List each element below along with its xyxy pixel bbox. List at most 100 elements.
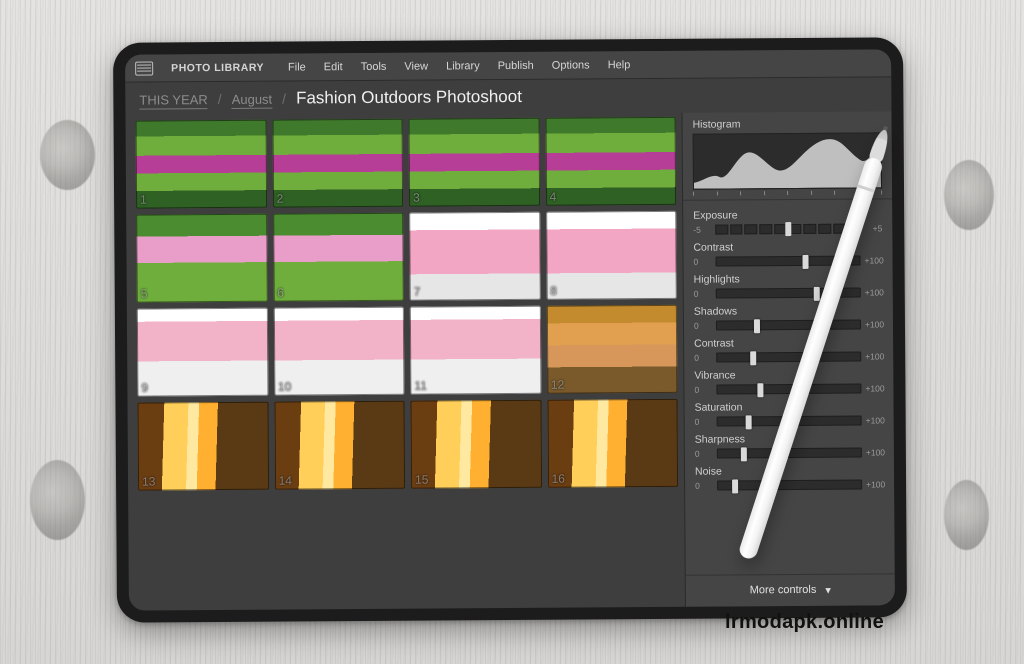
wood-knot — [40, 120, 95, 190]
breadcrumb: THIS YEAR / August / Fashion Outdoors Ph… — [125, 77, 891, 116]
thumb-number: 10 — [278, 380, 291, 394]
range-max: +100 — [864, 255, 882, 265]
slider-label: Contrast — [694, 336, 883, 349]
slider-highlights[interactable]: Highlights 0 +100 — [694, 272, 883, 298]
breadcrumb-root[interactable]: THIS YEAR — [139, 92, 208, 109]
breadcrumb-mid[interactable]: August — [232, 91, 273, 108]
menu-file[interactable]: File — [288, 61, 306, 73]
page-title: Fashion Outdoors Photoshoot — [296, 87, 522, 109]
slider-contrast-2[interactable]: Contrast 0 +100 — [694, 336, 883, 362]
thumbnail[interactable]: 6 — [273, 213, 404, 302]
slider-knob[interactable] — [802, 255, 808, 269]
range-min: 0 — [694, 289, 712, 299]
menu-options[interactable]: Options — [552, 59, 590, 71]
range-min: -5 — [693, 225, 711, 235]
slider-track[interactable] — [715, 224, 860, 235]
slider-label: Shadows — [694, 304, 883, 317]
wood-knot — [944, 480, 989, 550]
thumbnail[interactable]: 12 — [546, 305, 677, 394]
thumbnail[interactable]: 3 — [409, 118, 540, 207]
thumb-number: 7 — [414, 285, 421, 299]
range-max: +100 — [865, 287, 883, 297]
thumb-number: 9 — [141, 381, 148, 395]
range-min: 0 — [695, 481, 713, 491]
thumbnail[interactable]: 7 — [409, 212, 540, 301]
wood-knot — [30, 460, 85, 540]
thumbnail[interactable]: 13 — [137, 402, 268, 491]
range-max: +100 — [865, 319, 883, 329]
thumb-number: 11 — [414, 379, 427, 393]
more-controls-label: More controls — [750, 584, 817, 596]
thumbnail-grid: 1 2 3 4 5 6 7 8 9 10 11 12 13 14 15 16 — [126, 113, 685, 611]
thumb-number: 3 — [413, 191, 420, 205]
tablet-device: PHOTO LIBRARY File Edit Tools View Libra… — [113, 37, 907, 623]
thumb-number: 8 — [550, 284, 557, 298]
range-max: +100 — [865, 383, 883, 393]
slider-shadows[interactable]: Shadows 0 +100 — [694, 304, 883, 330]
slider-knob[interactable] — [732, 479, 738, 493]
thumbnail[interactable]: 16 — [547, 399, 678, 488]
thumbnail[interactable]: 1 — [136, 120, 267, 209]
slider-knob[interactable] — [754, 319, 760, 333]
thumbnail[interactable]: 14 — [274, 401, 405, 490]
slider-knob[interactable] — [814, 287, 820, 301]
thumb-number: 5 — [141, 287, 148, 301]
thumbnail[interactable]: 10 — [273, 307, 404, 396]
range-min: 0 — [694, 385, 712, 395]
watermark-text: lrmodapk.online — [725, 611, 884, 634]
menu-view[interactable]: View — [404, 60, 428, 72]
thumbnail[interactable]: 11 — [410, 306, 541, 395]
thumbnail[interactable]: 15 — [410, 400, 541, 489]
thumbnail[interactable]: 8 — [546, 211, 677, 300]
menu-publish[interactable]: Publish — [498, 59, 534, 71]
breadcrumb-sep: / — [218, 91, 222, 107]
slider-knob[interactable] — [785, 222, 791, 236]
range-min: 0 — [694, 353, 712, 363]
thumb-number: 2 — [277, 192, 284, 206]
range-min: 0 — [695, 417, 713, 427]
thumb-number: 4 — [550, 190, 557, 204]
chevron-down-icon: ▾ — [825, 584, 831, 597]
range-min: 0 — [693, 257, 711, 267]
slider-label: Highlights — [694, 272, 883, 285]
thumb-number: 1 — [140, 193, 147, 207]
thumbnail[interactable]: 9 — [137, 308, 268, 397]
thumb-number: 13 — [142, 475, 155, 489]
slider-track[interactable] — [716, 320, 861, 331]
slider-label: Noise — [695, 464, 884, 477]
slider-track[interactable] — [716, 352, 861, 363]
range-max: +100 — [865, 351, 883, 361]
slider-track[interactable] — [717, 480, 862, 491]
thumb-number: 16 — [551, 472, 564, 486]
slider-knob[interactable] — [757, 383, 763, 397]
more-controls-button[interactable]: More controls ▾ — [686, 573, 895, 606]
app-name: PHOTO LIBRARY — [171, 61, 264, 74]
range-min: 0 — [694, 321, 712, 331]
thumbnail[interactable]: 4 — [545, 117, 676, 206]
menu-library[interactable]: Library — [446, 60, 480, 72]
app-icon — [135, 61, 153, 75]
slider-label: Vibrance — [694, 368, 883, 381]
slider-knob[interactable] — [746, 415, 752, 429]
thumb-number: 12 — [551, 378, 564, 392]
wood-knot — [944, 160, 994, 230]
thumb-number: 14 — [278, 474, 291, 488]
histogram-label: Histogram — [693, 117, 882, 130]
slider-knob[interactable] — [741, 447, 747, 461]
menu-help[interactable]: Help — [608, 59, 631, 71]
breadcrumb-sep: / — [282, 91, 286, 107]
range-min: 0 — [695, 449, 713, 459]
range-max: +100 — [866, 415, 884, 425]
app-screen: PHOTO LIBRARY File Edit Tools View Libra… — [125, 49, 895, 610]
menu-edit[interactable]: Edit — [324, 61, 343, 73]
thumbnail[interactable]: 5 — [136, 214, 267, 303]
range-max: +5 — [864, 223, 882, 233]
slider-knob[interactable] — [750, 351, 756, 365]
thumb-number: 15 — [415, 473, 428, 487]
slider-vibrance[interactable]: Vibrance 0 +100 — [694, 368, 883, 394]
thumbnail[interactable]: 2 — [272, 119, 403, 208]
menu-tools[interactable]: Tools — [361, 60, 387, 72]
slider-noise[interactable]: Noise 0 +100 — [695, 464, 884, 490]
thumb-number: 6 — [277, 286, 284, 300]
range-max: +100 — [866, 479, 884, 489]
